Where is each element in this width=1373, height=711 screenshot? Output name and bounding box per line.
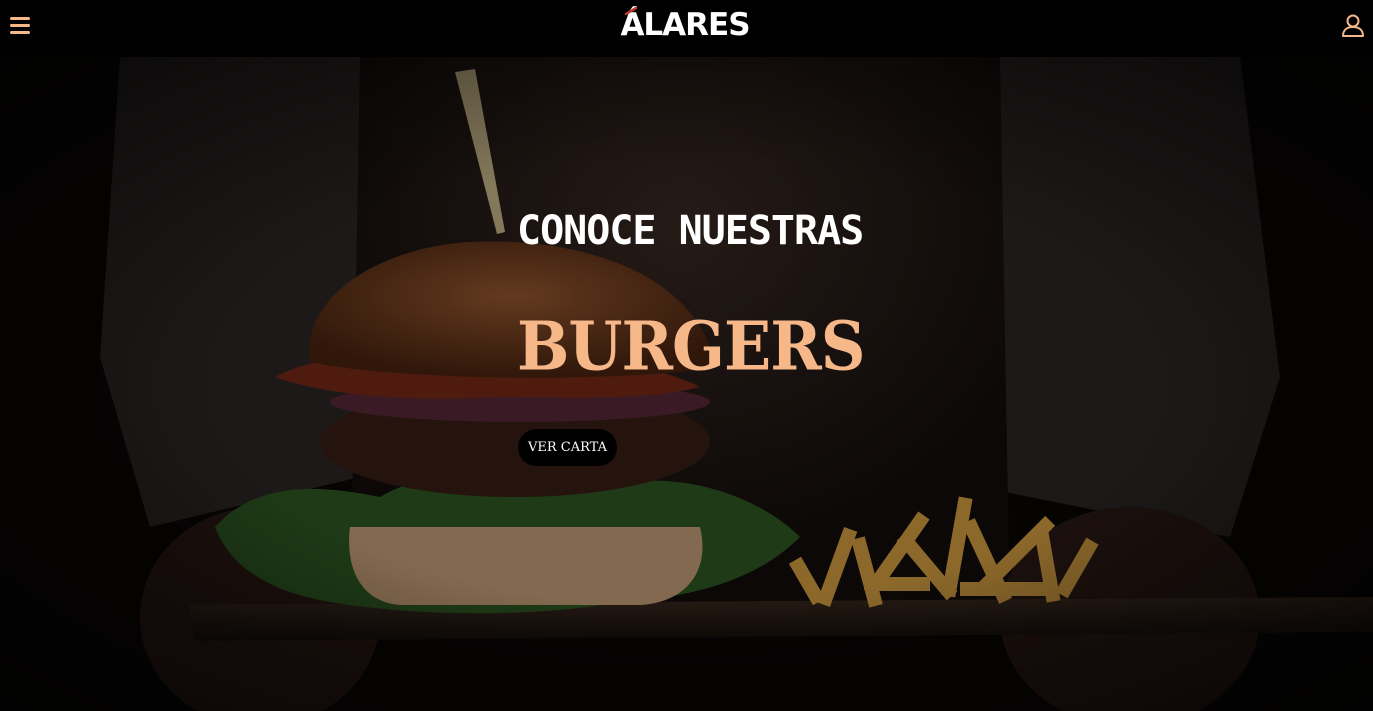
user-account-icon[interactable] [1340,12,1366,38]
logo-accent-mark [624,7,638,15]
hamburger-menu-icon[interactable] [9,14,31,36]
hero-headline: CONOCE NUESTRAS [517,208,864,254]
view-menu-button[interactable]: VER CARTA [518,429,617,466]
top-navigation-bar: ÁLARES [0,0,1373,57]
hero-subheadline: BURGERS [517,307,866,386]
logo[interactable]: ÁLARES [610,4,760,46]
hero-banner: CONOCE NUESTRAS BURGERS VER CARTA [0,57,1373,711]
